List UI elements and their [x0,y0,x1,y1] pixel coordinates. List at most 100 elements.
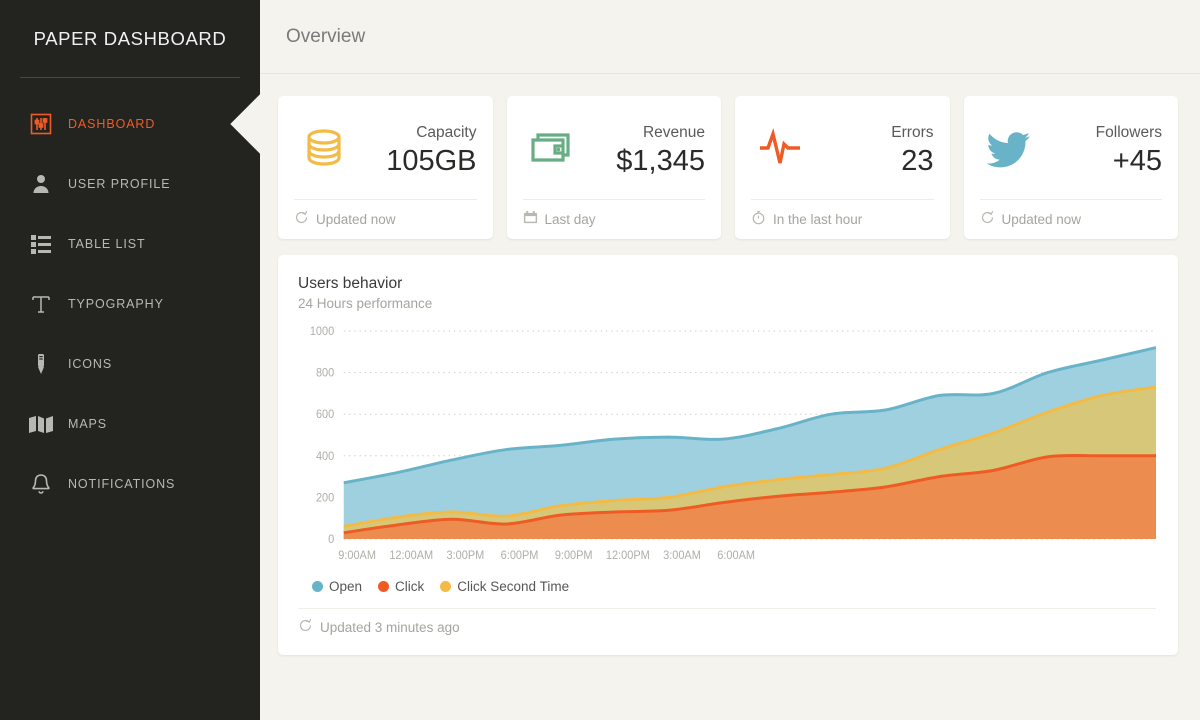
x-axis-tick-label: 9:00PM [555,550,593,562]
legend-label: Click Second Time [457,579,569,594]
refresh-icon [298,618,313,638]
stat-card-value: +45 [1096,144,1162,179]
chart-plot-area: 0 200 400 600 800 1000 9:00AM 12:00AM 3:00PM 6:00… [298,323,1156,571]
table-icon [24,232,58,256]
sidebar: PAPER DASHBOARD DASHBOARD [0,0,260,720]
legend-item-click-second-time[interactable]: Click Second Time [440,579,569,594]
sidebar-item-label: DASHBOARD [68,117,155,131]
stat-card-capacity[interactable]: Capacity 105GB Updated now [278,96,493,239]
chart-footer: Updated 3 minutes ago [298,608,1156,646]
calendar-icon [523,210,538,230]
stacked-area-chart[interactable]: 0 200 400 600 800 1000 9:00AM 12:00AM 3:00PM 6:00… [298,323,1156,571]
stat-card-footer: Updated now [294,199,477,239]
main-area: Overview [260,0,1200,720]
sidebar-item-icons[interactable]: ICONS [0,334,260,394]
sidebar-item-label: TYPOGRAPHY [68,297,164,311]
legend-item-click[interactable]: Click [378,579,424,594]
stat-card-footer-text: Last day [545,212,596,227]
sidebar-item-label: TABLE LIST [68,237,146,251]
brand-divider [20,77,240,78]
legend-dot-click [378,581,389,592]
sidebar-nav: DASHBOARD USER PROFILE [0,78,260,514]
chart-legend: Open Click Click Second Time [298,579,1156,594]
refresh-icon [980,210,995,230]
sliders-icon [24,112,58,136]
sidebar-item-label: MAPS [68,417,107,431]
bell-icon [24,472,58,496]
sidebar-item-label: NOTIFICATIONS [68,477,175,491]
stat-card-meta: Errors 23 [891,124,933,179]
chart-subtitle: 24 Hours performance [298,296,1156,311]
stat-card-row: Capacity 105GB Updated now [278,96,1178,239]
pulse-icon [751,123,807,180]
stat-card-followers[interactable]: Followers +45 Updated now [964,96,1179,239]
clock-icon [751,210,766,230]
y-axis-tick-label: 200 [316,492,334,504]
stat-card-label: Errors [891,124,933,143]
x-axis-tick-label: 12:00PM [606,550,650,562]
stat-card-label: Revenue [616,124,705,143]
legend-label: Click [395,579,424,594]
twitter-icon [980,124,1034,179]
y-axis-tick-label: 1000 [310,326,334,338]
x-axis-tick-label: 6:00PM [501,550,539,562]
x-axis-tick-label: 9:00AM [338,550,376,562]
chart-title: Users behavior [298,275,1156,293]
wallet-icon [523,124,577,179]
sidebar-item-dashboard[interactable]: DASHBOARD [0,94,260,154]
stat-card-body: Revenue $1,345 [523,110,706,199]
legend-label: Open [329,579,362,594]
stat-card-footer-text: In the last hour [773,212,862,227]
sidebar-item-label: ICONS [68,357,112,371]
page-title: Overview [286,26,365,48]
stat-card-body: Errors 23 [751,110,934,199]
pencil-icon [24,352,58,376]
x-axis-tick-label: 3:00AM [663,550,701,562]
stat-card-footer: Last day [523,199,706,239]
stat-card-footer: In the last hour [751,199,934,239]
stat-card-footer-text: Updated now [316,212,396,227]
x-axis-tick-label: 12:00AM [389,550,433,562]
map-icon [24,412,58,436]
stat-card-value: 105GB [386,144,476,179]
sidebar-brand[interactable]: PAPER DASHBOARD [0,0,260,78]
stat-card-errors[interactable]: Errors 23 In th [735,96,950,239]
chart-footer-text: Updated 3 minutes ago [320,620,460,635]
stat-card-label: Capacity [386,124,476,143]
sidebar-item-maps[interactable]: MAPS [0,394,260,454]
stat-card-revenue[interactable]: Revenue $1,345 [507,96,722,239]
legend-item-open[interactable]: Open [312,579,362,594]
stat-card-meta: Capacity 105GB [386,124,476,179]
user-icon [24,172,58,196]
dashboard-app: PAPER DASHBOARD DASHBOARD [0,0,1200,720]
y-axis-tick-label: 800 [316,367,334,379]
sidebar-item-notifications[interactable]: NOTIFICATIONS [0,454,260,514]
sidebar-item-user-profile[interactable]: USER PROFILE [0,154,260,214]
stat-card-body: Capacity 105GB [294,110,477,199]
stat-card-footer: Updated now [980,199,1163,239]
typography-icon [24,292,58,316]
legend-dot-click-second-time [440,581,451,592]
stat-card-footer-text: Updated now [1002,212,1082,227]
stat-card-meta: Revenue $1,345 [616,124,705,179]
y-axis-tick-label: 400 [316,451,334,463]
users-behavior-chart-card: Users behavior 24 Hours performance 0 200… [278,255,1178,655]
stat-card-meta: Followers +45 [1096,124,1162,179]
stat-card-label: Followers [1096,124,1162,143]
sidebar-item-typography[interactable]: TYPOGRAPHY [0,274,260,334]
legend-dot-open [312,581,323,592]
stat-card-body: Followers +45 [980,110,1163,199]
y-axis-tick-label: 600 [316,409,334,421]
y-axis-tick-label: 0 [328,534,334,546]
database-icon [294,123,350,180]
active-indicator-arrow [221,94,261,154]
refresh-icon [294,210,309,230]
x-axis-tick-label: 6:00AM [717,550,755,562]
brand-title: PAPER DASHBOARD [34,28,227,50]
stat-card-value: 23 [891,144,933,179]
x-axis-tick-label: 3:00PM [447,550,485,562]
sidebar-item-table-list[interactable]: TABLE LIST [0,214,260,274]
topbar: Overview [260,0,1200,74]
sidebar-item-label: USER PROFILE [68,177,171,191]
content: Capacity 105GB Updated now [260,74,1200,655]
